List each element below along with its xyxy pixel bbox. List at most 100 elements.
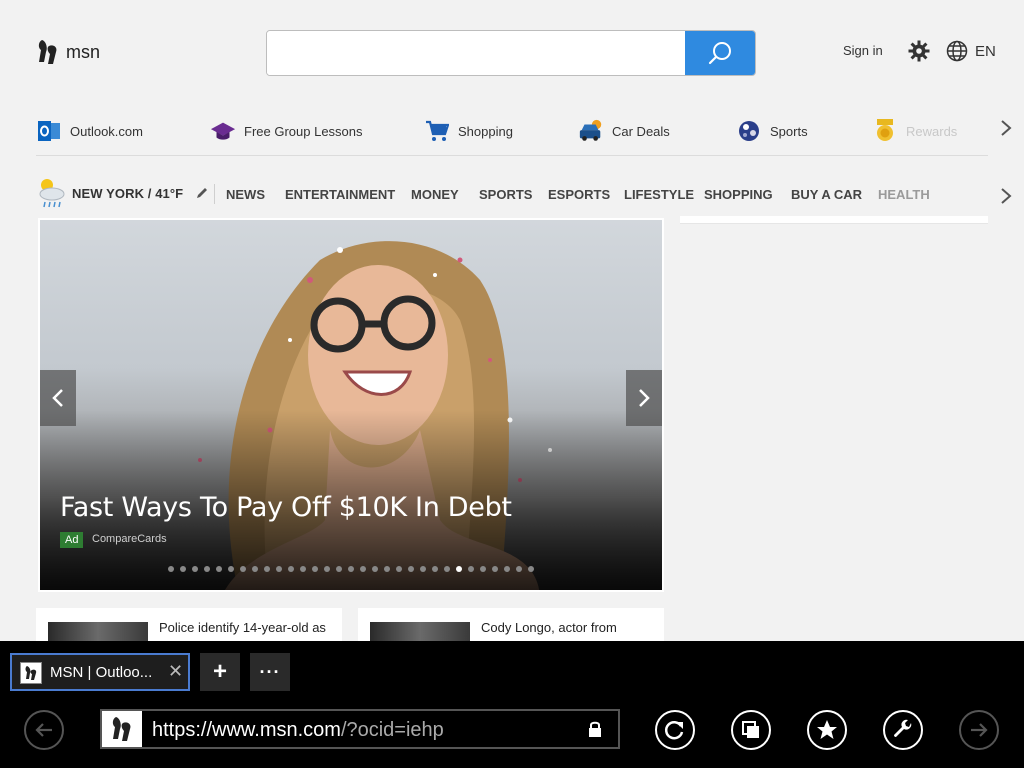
carousel-dot[interactable] — [468, 566, 474, 572]
nav-esports[interactable]: ESPORTS — [548, 187, 610, 202]
browser-chrome: MSN | Outloo... ✕ + ··· https://www.msn.… — [0, 641, 1024, 768]
new-tab-button[interactable]: + — [200, 653, 240, 691]
url-text[interactable]: https://www.msn.com/?ocid=iehp — [152, 719, 444, 742]
weather-widget[interactable]: NEW YORK / 41°F — [36, 176, 209, 210]
carousel-dot[interactable] — [432, 566, 438, 572]
carousel-dot[interactable] — [276, 566, 282, 572]
carousel-dot[interactable] — [216, 566, 222, 572]
news-card-headline: Police identify 14-year-old as — [159, 620, 326, 635]
quicklink-label: Rewards — [906, 123, 958, 139]
carousel-dot[interactable] — [444, 566, 450, 572]
carousel-dot[interactable] — [372, 566, 378, 572]
globe-icon[interactable] — [946, 40, 968, 62]
quicklink-label: Free Group Lessons — [244, 123, 363, 139]
weather-cloud-rain-icon — [39, 179, 65, 208]
back-button[interactable] — [24, 710, 64, 750]
refresh-icon — [664, 721, 684, 740]
quicklink-free-group-lessons[interactable]: Free Group Lessons — [210, 118, 363, 144]
weather-location-temp: NEW YORK / 41°F — [72, 185, 184, 201]
carousel-dot[interactable] — [288, 566, 294, 572]
arrow-right-icon — [971, 723, 988, 737]
carousel-dot[interactable] — [336, 566, 342, 572]
msn-logo[interactable]: msn — [36, 38, 100, 66]
nav-sports[interactable]: SPORTS — [479, 187, 532, 202]
category-nav: NEW YORK / 41°F NEWS ENTERTAINMENT MONEY… — [36, 176, 988, 216]
nav-health[interactable]: HEALTH — [878, 187, 930, 202]
chevron-right-icon — [639, 389, 650, 407]
quicklink-label: Car Deals — [612, 123, 670, 139]
medal-icon — [872, 118, 898, 144]
carousel-next-button[interactable] — [626, 370, 662, 426]
carousel-prev-button[interactable] — [40, 370, 76, 426]
carousel-dot[interactable] — [252, 566, 258, 572]
url-host: https://www.msn.com — [152, 719, 341, 741]
ad-source[interactable]: CompareCards — [92, 533, 167, 545]
carousel-dot[interactable] — [528, 566, 534, 572]
msn-header: msn Sign in EN — [0, 0, 1024, 100]
carousel-dot[interactable] — [312, 566, 318, 572]
nav-lifestyle[interactable]: LIFESTYLE — [624, 187, 694, 202]
star-icon — [817, 720, 837, 739]
carousel-dot[interactable] — [348, 566, 354, 572]
quicklink-rewards[interactable]: Rewards — [872, 118, 957, 144]
carousel-dot[interactable] — [300, 566, 306, 572]
carousel-dot[interactable] — [228, 566, 234, 572]
msn-site-icon — [102, 711, 142, 747]
tabs-button[interactable] — [731, 710, 771, 750]
carousel-dot[interactable] — [492, 566, 498, 572]
nav-buy-a-car[interactable]: BUY A CAR — [791, 187, 862, 202]
favorites-button[interactable] — [807, 710, 847, 750]
graduation-cap-icon — [210, 118, 236, 144]
carousel-dot[interactable] — [384, 566, 390, 572]
carousel-dot[interactable] — [240, 566, 246, 572]
nav-entertainment[interactable]: ENTERTAINMENT — [285, 187, 395, 202]
quicklink-car-deals[interactable]: Car Deals — [578, 118, 670, 144]
quicklink-outlook[interactable]: Outlook.com — [36, 118, 143, 144]
outlook-icon — [36, 118, 62, 144]
lock-icon[interactable] — [586, 720, 604, 738]
forward-button[interactable] — [959, 710, 999, 750]
quicklink-shopping[interactable]: Shopping — [424, 118, 513, 144]
carousel-dot[interactable] — [504, 566, 510, 572]
carousel-dot[interactable] — [516, 566, 522, 572]
gear-icon[interactable] — [908, 40, 930, 62]
carousel-dot[interactable] — [360, 566, 366, 572]
carousel-dot[interactable] — [408, 566, 414, 572]
nav-money[interactable]: MONEY — [411, 187, 459, 202]
msn-butterfly-icon — [38, 40, 57, 64]
carousel-dot[interactable] — [204, 566, 210, 572]
car-icon — [578, 118, 604, 144]
nav-shopping[interactable]: SHOPPING — [704, 187, 773, 202]
url-path: /?ocid=iehp — [340, 719, 444, 741]
carousel-dot[interactable] — [420, 566, 426, 572]
carousel-dot[interactable] — [456, 566, 462, 572]
quicklink-sports[interactable]: Sports — [736, 118, 808, 144]
browser-tab[interactable]: MSN | Outloo... ✕ — [10, 653, 190, 691]
carousel-dot[interactable] — [396, 566, 402, 572]
page-tools-button[interactable] — [883, 710, 923, 750]
search-box — [266, 30, 756, 76]
carousel-dot[interactable] — [180, 566, 186, 572]
hero-carousel[interactable]: Fast Ways To Pay Off $10K In Debt Ad Com… — [38, 218, 664, 592]
search-button[interactable] — [685, 31, 755, 75]
language-selector[interactable]: EN — [975, 43, 996, 60]
carousel-dot[interactable] — [168, 566, 174, 572]
category-next-chevron-icon[interactable] — [998, 186, 1014, 206]
msn-favicon-icon — [20, 662, 42, 684]
carousel-dot[interactable] — [192, 566, 198, 572]
address-bar[interactable]: https://www.msn.com/?ocid=iehp — [100, 709, 620, 749]
search-icon — [708, 42, 731, 65]
carousel-dot[interactable] — [324, 566, 330, 572]
refresh-button[interactable] — [655, 710, 695, 750]
nav-news[interactable]: NEWS — [226, 187, 265, 202]
pencil-edit-icon[interactable] — [195, 186, 209, 200]
tab-close-button[interactable]: ✕ — [168, 661, 183, 682]
hero-headline[interactable]: Fast Ways To Pay Off $10K In Debt — [60, 492, 512, 523]
shopping-cart-icon — [424, 118, 450, 144]
sign-in-link[interactable]: Sign in — [843, 43, 883, 58]
tab-options-button[interactable]: ··· — [250, 653, 290, 691]
carousel-dot[interactable] — [264, 566, 270, 572]
carousel-dot[interactable] — [480, 566, 486, 572]
quicklinks-next-chevron-icon[interactable] — [998, 118, 1014, 138]
search-input[interactable] — [267, 31, 685, 75]
